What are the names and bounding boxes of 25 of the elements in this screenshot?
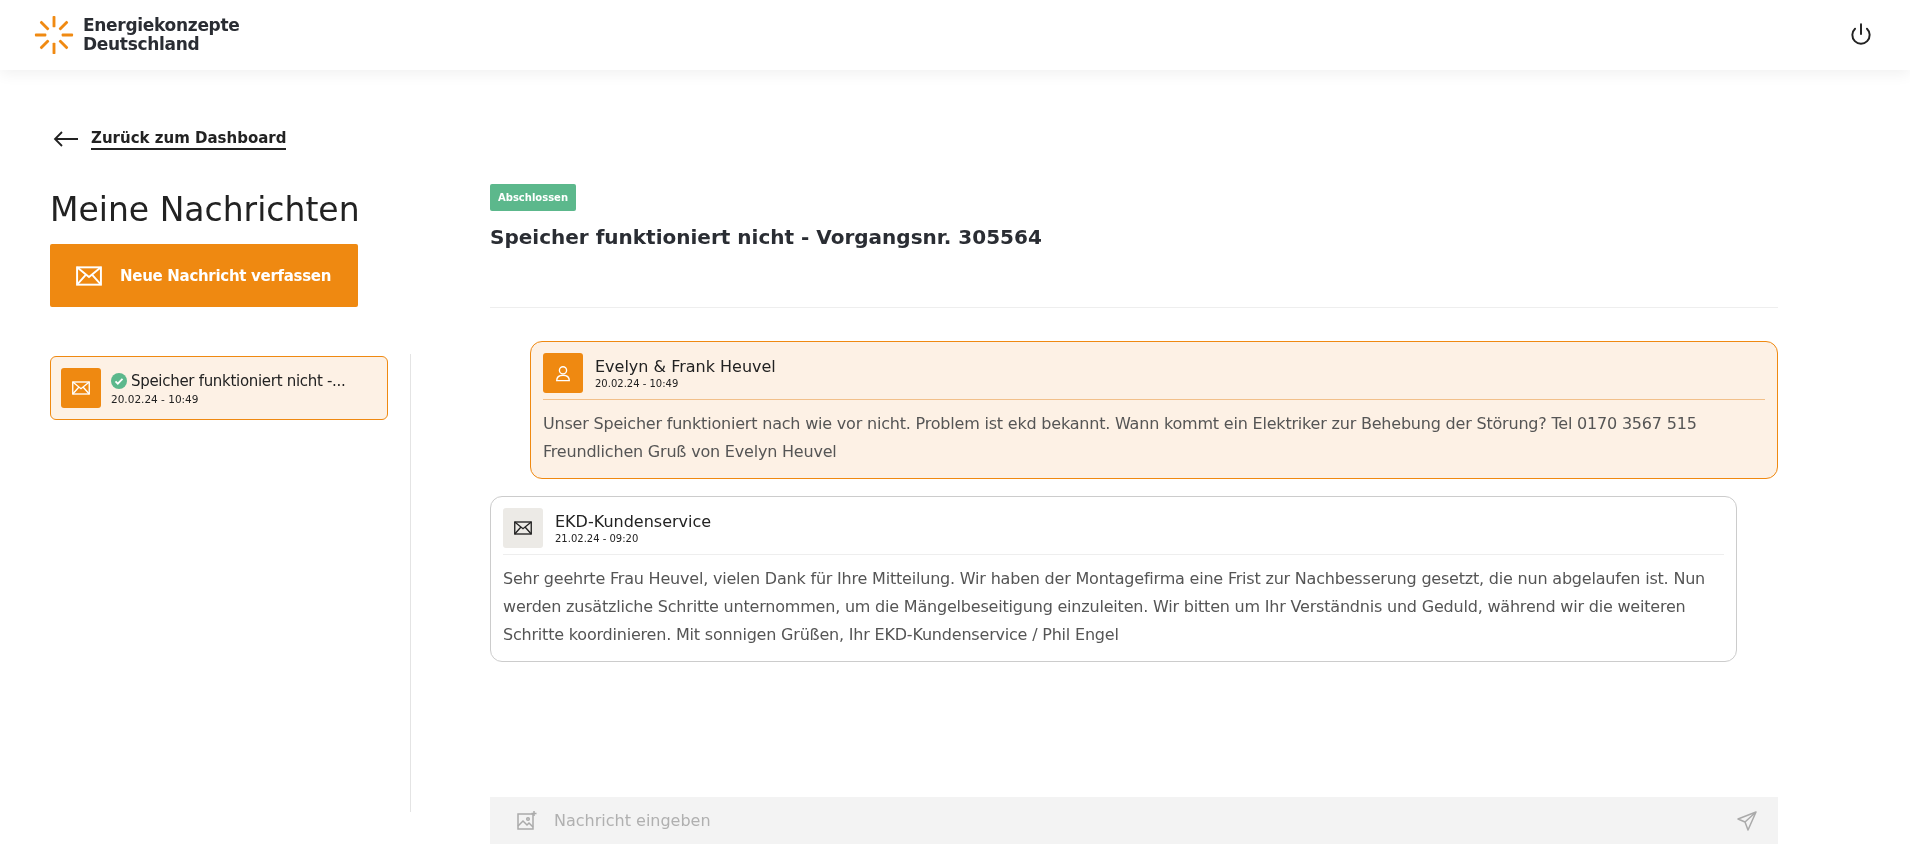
arrow-left-icon — [53, 131, 79, 147]
conversation-item[interactable]: Speicher funktioniert nicht -... 20.02.24 - 10:49 — [50, 356, 388, 420]
power-icon[interactable] — [1848, 22, 1874, 48]
message-composer[interactable]: Nachricht eingeben — [490, 797, 1778, 844]
conversation-heading: Speicher funktioniert nicht - Vorgangsnr. 305564 — [490, 224, 1043, 251]
message-text: Unser Speicher funktioniert nach wie vor nicht. Problem ist ekd bekannt. Wann kommt ein Elektriker zur Behebung der Störung? Tel 0170 3567 515 Freundlichen Gruß von Evelyn Heuvel — [543, 413, 1698, 463]
message-input[interactable]: Nachricht eingeben — [552, 810, 1722, 831]
sender-name: EKD-Kundenservice — [555, 512, 712, 531]
envelope-icon — [76, 265, 102, 286]
envelope-icon — [61, 368, 101, 408]
page-title: Meine Nachrichten — [50, 189, 361, 231]
person-icon — [543, 353, 583, 393]
sender-name: Evelyn & Frank Heuvel — [595, 357, 776, 376]
message-date: 20.02.24 - 10:49 — [595, 378, 680, 389]
message-text: Sehr geehrte Frau Heuvel, vielen Dank für Ihre Mitteilung. Wir haben der Montagefirma eine Frist zur Nachbesserung gesetzt, die nun abgelaufen ist. Nun werden zusätzliche Schritte unternommen, um die Mängelbeseitigung einzuleiten. Wir bitten um Ihr Verständnis und Geduld, während wir die weiteren Schritte koordinieren. Mit sonnigen Grüßen, Ihr EKD-Kundenservice / Phil Engel — [503, 568, 1707, 646]
sun-logo-icon — [33, 14, 75, 56]
brand-name: Energiekonzepte Deutschland — [83, 16, 240, 54]
send-icon[interactable] — [1736, 809, 1758, 832]
message-date: 21.02.24 - 09:20 — [555, 533, 640, 544]
back-link[interactable]: Zurück zum Dashboard — [91, 128, 287, 150]
conversation-date: 20.02.24 - 10:49 — [111, 392, 200, 405]
conversation-title: Speicher funktioniert nicht -... — [131, 371, 346, 390]
status-badge: Abschlossen — [490, 184, 576, 211]
image-add-icon[interactable] — [516, 809, 538, 832]
envelope-icon — [503, 508, 543, 548]
